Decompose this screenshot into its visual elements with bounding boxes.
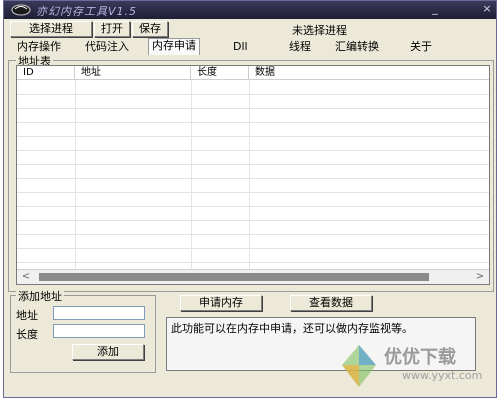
table-row-line [17,262,489,263]
table-row-line [17,122,489,123]
address-input[interactable] [53,306,145,320]
table-row-line [17,108,489,109]
watermark-logo-icon [342,345,376,387]
app-window: 亦幻内存工具V1.5 _ × 选择进程 打开 保存 未选择进程 内存操作 代码注… [3,0,497,398]
apply-memory-button[interactable]: 申请内存 [180,295,262,311]
tab-memory-request[interactable]: 内存申请 [148,38,200,55]
tab-about[interactable]: 关于 [407,40,435,54]
table-row-line [17,206,489,207]
tab-memory-operation[interactable]: 内存操作 [14,40,64,54]
table-row-line [17,234,489,235]
table-row-line [17,164,489,165]
table-row-line [17,94,489,95]
table-column-line [75,80,76,270]
table-column-line [249,80,250,270]
add-address-label: 添加地址 [16,288,64,304]
column-header-address[interactable]: 地址 [75,66,191,80]
address-label: 地址 [16,309,38,322]
process-status: 未选择进程 [292,24,347,37]
watermark: 优优下载 www.yyxt.com [332,341,500,399]
column-header-data[interactable]: 数据 [249,66,489,80]
table-column-line [191,80,192,270]
select-process-button[interactable]: 选择进程 [10,21,92,37]
tab-asm-convert[interactable]: 汇编转换 [332,40,382,54]
close-icon[interactable]: × [480,3,494,16]
table-row-line [17,192,489,193]
length-input[interactable] [53,324,145,338]
table-row-line [17,220,489,221]
window-title: 亦幻内存工具V1.5 [36,5,138,18]
table-row-line [17,178,489,179]
add-button[interactable]: 添加 [72,344,144,360]
minimize-icon[interactable]: _ [428,3,442,16]
tab-dll[interactable]: Dll [230,40,251,54]
table-row-line [17,248,489,249]
app-logo-icon [11,4,31,16]
address-table[interactable]: ID 地址 长度 数据 < > [16,65,490,285]
table-row-line [17,150,489,151]
scroll-right-icon[interactable]: > [473,270,487,284]
column-header-id[interactable]: ID [17,66,75,80]
horizontal-scrollbar[interactable]: < > [17,269,489,284]
length-label: 长度 [16,328,38,341]
open-button[interactable]: 打开 [94,21,130,37]
title-bar[interactable]: 亦幻内存工具V1.5 _ × [4,1,496,19]
save-button[interactable]: 保存 [132,21,168,37]
view-data-button[interactable]: 查看数据 [290,295,372,311]
tab-thread[interactable]: 线程 [286,40,314,54]
table-row-line [17,136,489,137]
watermark-url: www.yyxt.com [402,369,483,382]
scrollbar-thumb[interactable] [39,273,429,281]
watermark-text: 优优下载 [384,347,456,368]
scroll-left-icon[interactable]: < [19,270,33,284]
column-header-length[interactable]: 长度 [191,66,249,80]
tab-code-injection[interactable]: 代码注入 [82,40,132,54]
